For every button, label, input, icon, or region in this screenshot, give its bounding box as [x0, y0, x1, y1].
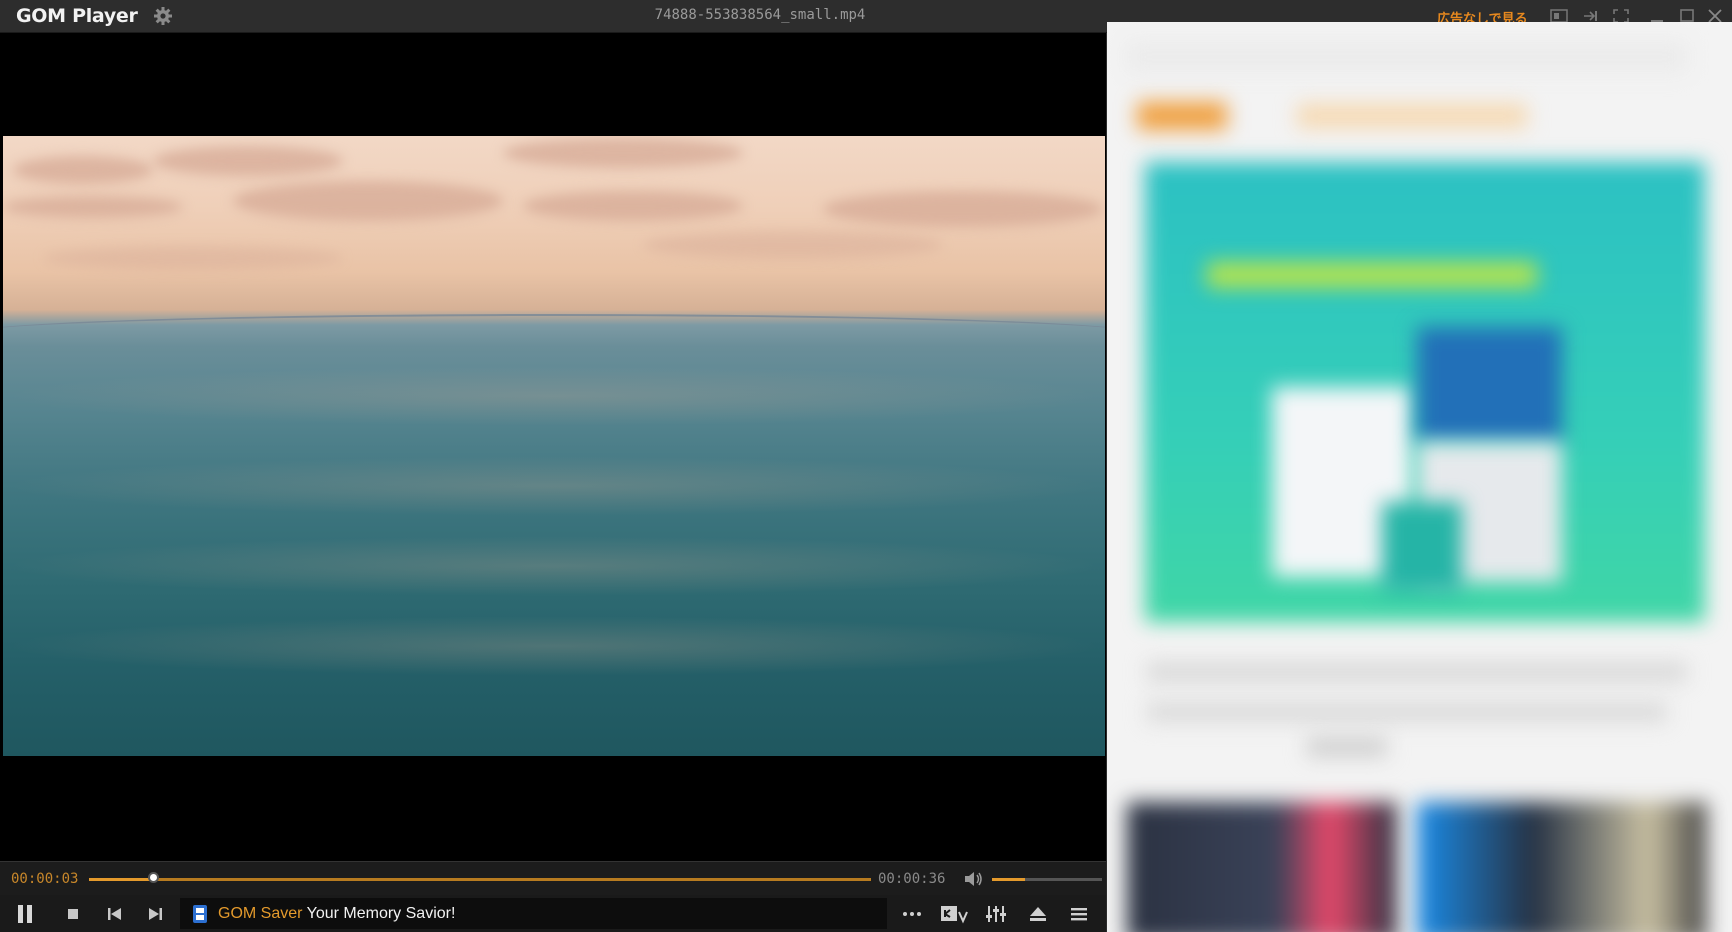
advertisement-panel[interactable]	[1107, 22, 1732, 932]
window-title-filename: 74888-553838564_small.mp4	[654, 7, 866, 23]
pause-icon[interactable]	[14, 903, 36, 925]
seek-bar-played	[89, 878, 154, 881]
skip-previous-icon[interactable]	[105, 905, 125, 923]
total-time: 00:00:36	[878, 871, 946, 887]
video-frame-ocean[interactable]	[3, 136, 1105, 756]
stop-icon[interactable]	[63, 905, 83, 923]
volume-icon[interactable]	[963, 870, 985, 888]
eject-icon[interactable]	[1027, 904, 1049, 924]
seek-thumb[interactable]	[147, 872, 159, 883]
promo-banner[interactable]: GOM Saver Your Memory Savior!	[180, 898, 887, 929]
gom-saver-icon	[193, 904, 207, 923]
subtitle-icon[interactable]	[940, 904, 970, 924]
skip-next-icon[interactable]	[145, 905, 165, 923]
menu-icon[interactable]	[1068, 904, 1090, 924]
volume-level	[992, 878, 1025, 881]
equalizer-icon[interactable]	[985, 904, 1007, 924]
control-bar: GOM Saver Your Memory Savior!	[0, 895, 1106, 932]
promo-brand: GOM Saver	[218, 904, 303, 922]
promo-text: GOM Saver Your Memory Savior!	[218, 905, 455, 923]
current-time: 00:00:03	[11, 871, 79, 887]
seek-bar[interactable]	[89, 872, 871, 883]
video-viewport[interactable]	[0, 33, 1106, 861]
more-icon[interactable]	[901, 904, 923, 924]
seek-bar-row: 00:00:03 00:00:36	[0, 861, 1106, 896]
volume-slider[interactable]	[992, 878, 1102, 881]
promo-tagline: Your Memory Savior!	[302, 904, 456, 922]
